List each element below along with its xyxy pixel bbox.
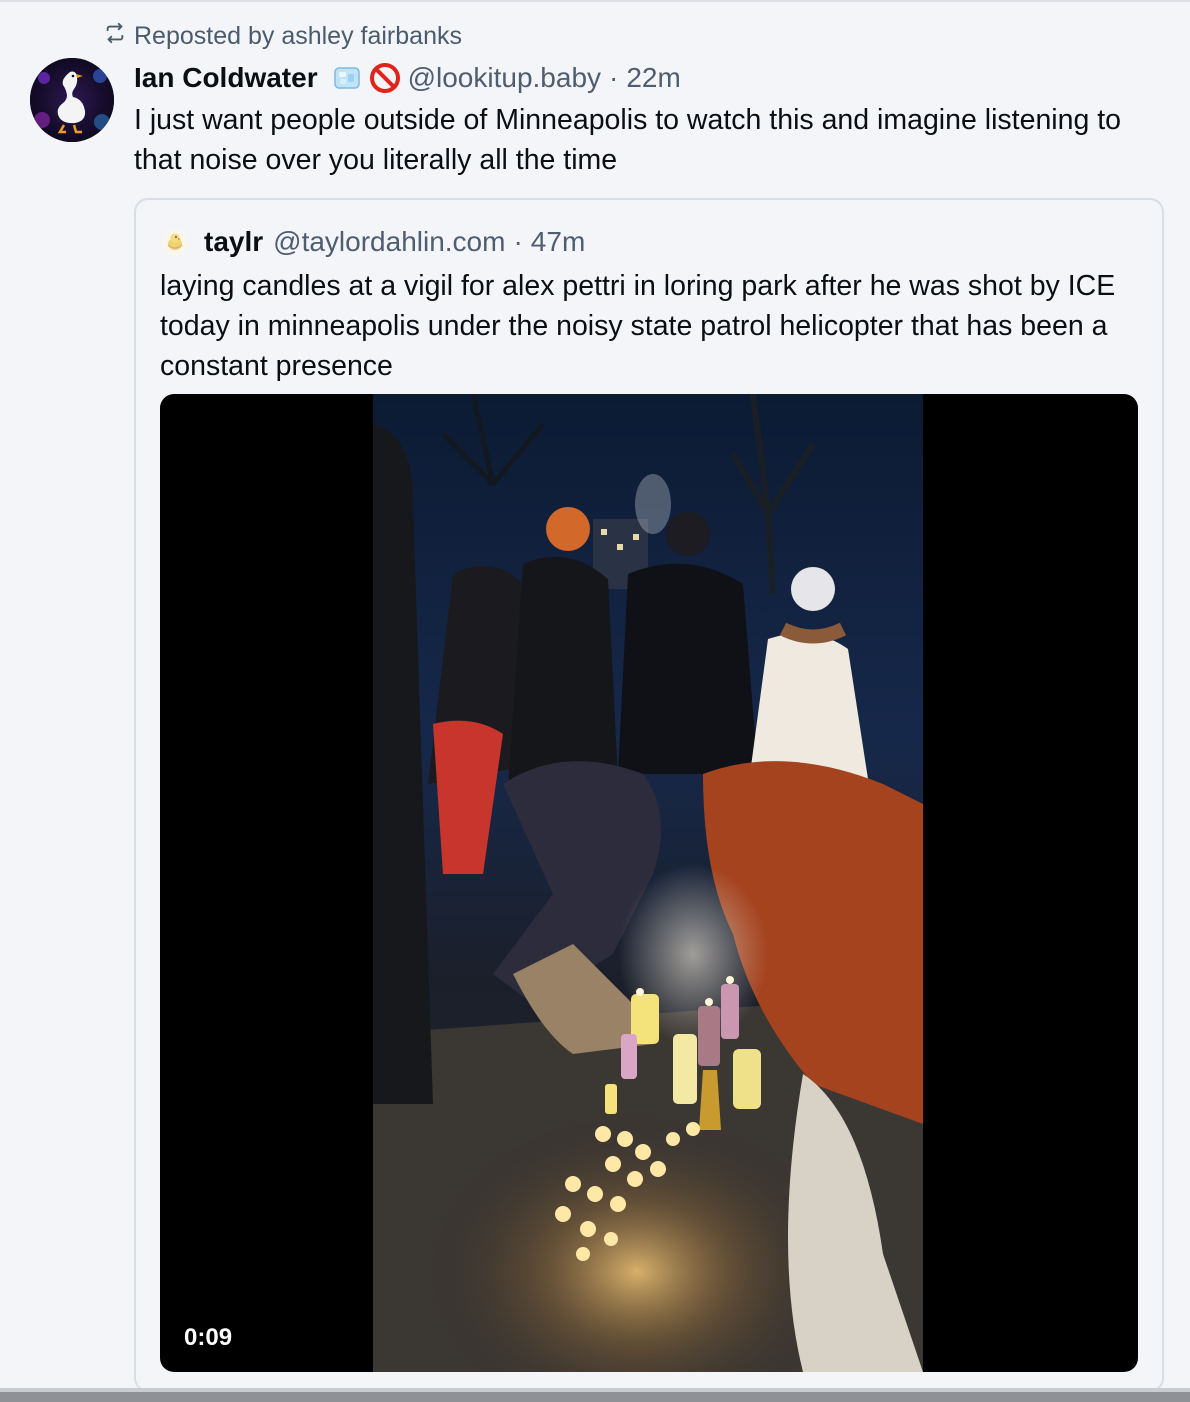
post-time[interactable]: 22m bbox=[626, 62, 680, 94]
author-handle[interactable]: @lookitup.baby bbox=[408, 62, 601, 94]
chick-avatar-icon bbox=[162, 229, 188, 255]
post-text: I just want people outside of Minneapoli… bbox=[134, 104, 1122, 176]
quote-header-separator: · bbox=[513, 226, 523, 257]
goose-avatar-icon bbox=[30, 58, 114, 142]
window-bottom-bar bbox=[0, 1392, 1190, 1402]
quote-text: laying candles at a vigil for alex pettr… bbox=[160, 270, 1116, 382]
post-header: Ian Coldwater @lookitup.baby · 22m bbox=[134, 58, 681, 98]
vigil-video-still bbox=[373, 394, 923, 1372]
video-frame bbox=[373, 394, 923, 1372]
quote-header: taylr @taylordahlin.com · 47m bbox=[162, 222, 585, 262]
video-player[interactable]: 0:09 bbox=[160, 394, 1138, 1372]
repost-label: Reposted by ashley fairbanks bbox=[134, 21, 462, 50]
header-separator: · bbox=[609, 62, 619, 93]
repost-icon bbox=[104, 22, 126, 51]
quoted-post-card[interactable]: taylr @taylordahlin.com · 47m laying can… bbox=[134, 198, 1164, 1392]
quote-time[interactable]: 47m bbox=[531, 226, 585, 258]
author-name[interactable]: Ian Coldwater bbox=[134, 62, 318, 94]
ice-cube-icon bbox=[332, 63, 362, 93]
feed-page: Reposted by ashley fairbanks Ian Coldwat… bbox=[0, 0, 1190, 1402]
top-divider bbox=[0, 0, 1190, 2]
video-duration: 0:09 bbox=[184, 1324, 233, 1351]
repost-line[interactable]: Reposted by ashley fairbanks bbox=[104, 20, 462, 52]
quote-author-handle[interactable]: @taylordahlin.com bbox=[273, 226, 505, 258]
quote-avatar[interactable] bbox=[162, 229, 188, 255]
prohibited-icon bbox=[368, 61, 402, 95]
author-avatar[interactable] bbox=[30, 58, 114, 142]
quote-author-name[interactable]: taylr bbox=[204, 226, 263, 258]
